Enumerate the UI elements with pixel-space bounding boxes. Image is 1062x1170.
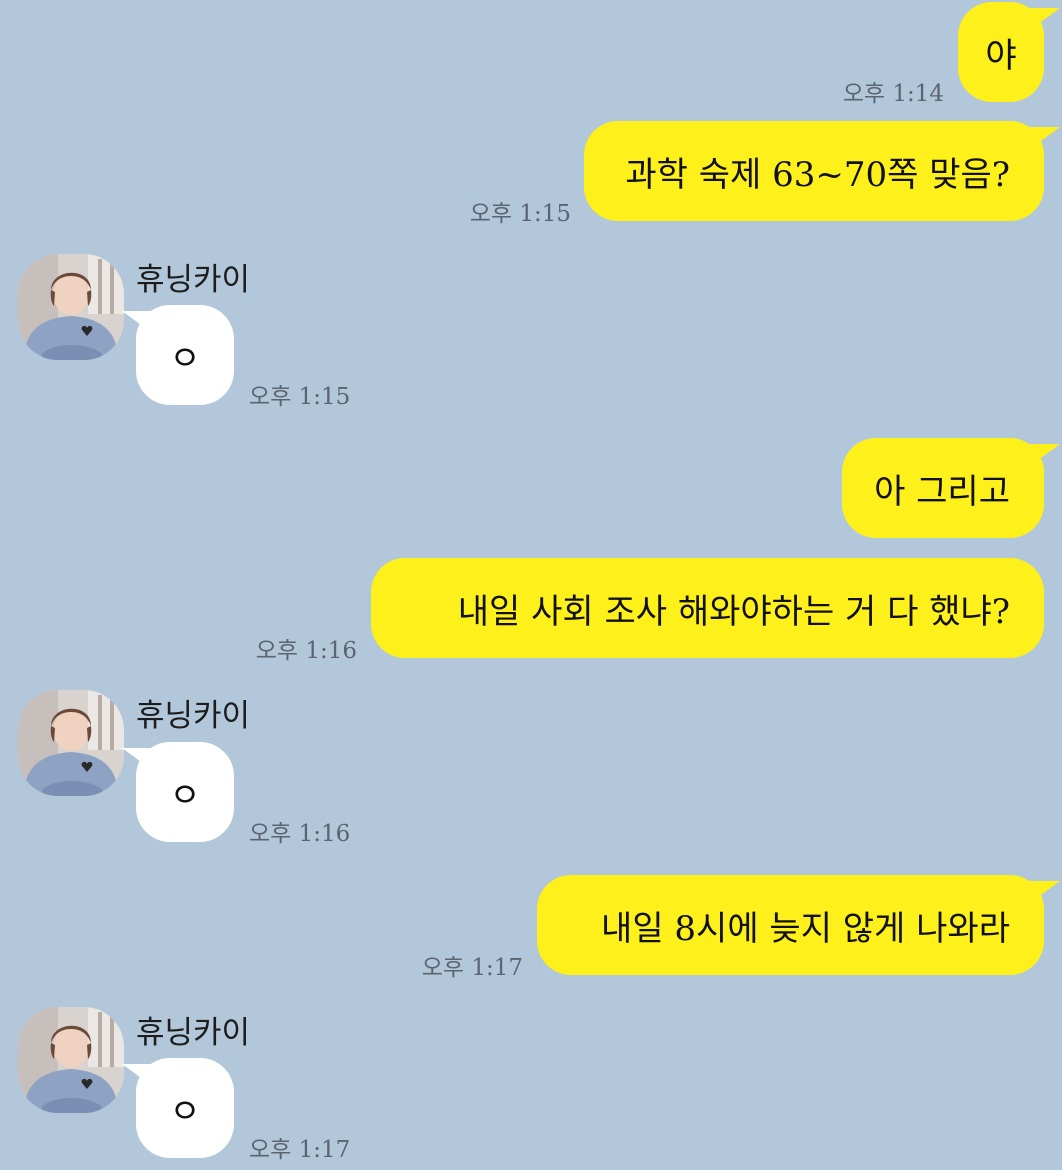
message-timestamp: 오후 1:14 [842,81,944,107]
message-timestamp: 오후 1:15 [249,384,351,410]
avatar[interactable] [18,690,124,796]
message-text: 내일 사회 조사 해와야하는 거 다 했냐? [457,591,1010,632]
bubble-tail [122,748,152,770]
bubble-tail [1030,881,1060,903]
message-text: ㅇ [169,1091,201,1132]
message-text: 과학 숙제 63~70쪽 맞음? [625,154,1010,195]
profile-photo-icon [18,254,124,360]
bubble-tail [1030,444,1060,466]
sent-message-bubble[interactable]: 내일 사회 조사 해와야하는 거 다 했냐? [371,558,1044,658]
bubble-tail [1030,127,1060,149]
sender-name: 휴닝카이 [136,698,251,734]
bubble-tail [122,1064,152,1086]
sent-message-bubble[interactable]: 야 [958,2,1060,102]
profile-photo-icon [18,1007,124,1113]
sent-message-bubble[interactable]: 아 그리고 [842,438,1060,538]
avatar[interactable] [18,1007,124,1113]
sender-name: 휴닝카이 [136,1015,251,1051]
message-text: ㅇ [169,775,201,816]
bubble-tail [1030,8,1060,30]
message-timestamp: 오후 1:16 [249,821,351,847]
message-text: 내일 8시에 늦지 않게 나와라 [601,908,1010,949]
avatar[interactable] [18,254,124,360]
message-text: 야 [985,35,1017,76]
message-timestamp: 오후 1:17 [421,955,523,981]
message-timestamp: 오후 1:16 [255,638,357,664]
profile-photo-icon [18,690,124,796]
message-text: 아 그리고 [874,471,1010,512]
sent-message-bubble[interactable]: 내일 8시에 늦지 않게 나와라 [537,875,1060,975]
bubble-tail [122,311,152,333]
message-text: ㅇ [169,338,201,379]
received-message-bubble[interactable]: ㅇ [122,305,234,405]
sender-name: 휴닝카이 [136,262,251,298]
sent-message-bubble[interactable]: 과학 숙제 63~70쪽 맞음? [584,121,1060,221]
message-timestamp: 오후 1:17 [249,1137,351,1163]
received-message-bubble[interactable]: ㅇ [122,1058,234,1158]
message-timestamp: 오후 1:15 [469,201,571,227]
received-message-bubble[interactable]: ㅇ [122,742,234,842]
